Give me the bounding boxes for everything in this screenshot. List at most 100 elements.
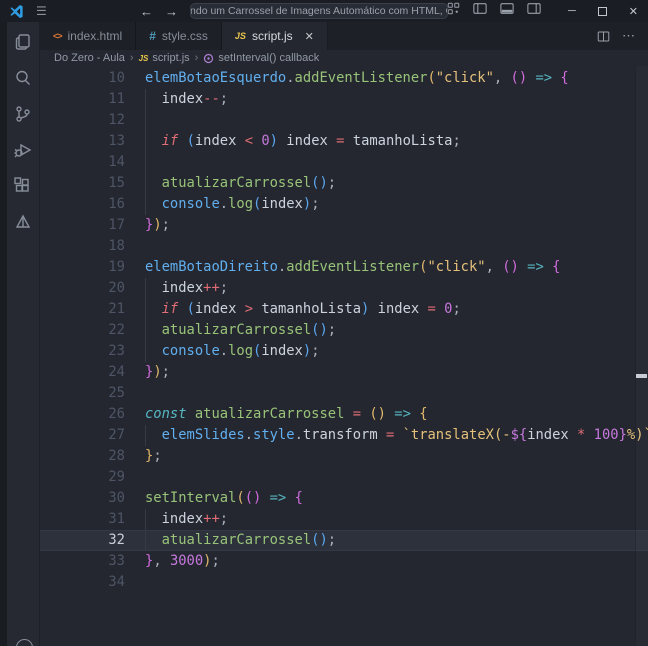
explorer-icon[interactable] — [11, 30, 35, 54]
line-number[interactable]: 12 — [40, 110, 125, 131]
breadcrumb-file[interactable]: JS script.js — [139, 52, 190, 64]
code-line[interactable]: 28}; — [40, 446, 648, 467]
breadcrumb-separator: › — [129, 52, 134, 64]
line-number[interactable]: 30 — [40, 488, 125, 509]
account-icon[interactable] — [16, 639, 33, 646]
code-text: index++; — [125, 509, 228, 530]
line-number[interactable]: 29 — [40, 467, 125, 488]
code-line[interactable]: 31 index++; — [40, 509, 648, 530]
line-number[interactable]: 22 — [40, 320, 125, 341]
line-number[interactable]: 17 — [40, 215, 125, 236]
code-line[interactable]: 18 — [40, 236, 648, 257]
breadcrumb-label: Do Zero - Aula — [54, 52, 125, 64]
code-line[interactable]: 12 — [40, 110, 648, 131]
code-line[interactable]: 26 const atualizarCarrossel = () => { — [40, 404, 648, 425]
code-text: index--; — [125, 89, 228, 110]
line-number[interactable]: 24 — [40, 362, 125, 383]
code-text: if (index > tamanhoLista) index = 0; — [125, 299, 461, 320]
line-number[interactable]: 16 — [40, 194, 125, 215]
toggle-sidebar-right-icon[interactable] — [527, 2, 541, 20]
code-text: console.log(index); — [125, 194, 320, 215]
code-line[interactable]: 34 — [40, 572, 648, 593]
title-bar: ☰ ← → Criando um Carrossel de Imagens Au… — [0, 0, 648, 22]
line-number[interactable]: 25 — [40, 383, 125, 404]
toggle-panel-icon[interactable] — [500, 2, 514, 20]
tab-index-html[interactable]: <> index.html — [40, 22, 137, 50]
line-number[interactable]: 33 — [40, 551, 125, 572]
code-line[interactable]: 23 console.log(index); — [40, 341, 648, 362]
line-number[interactable]: 21 — [40, 299, 125, 320]
tab-script-js[interactable]: JS script.js ✕ — [221, 22, 328, 50]
close-window-button[interactable]: ✕ — [629, 5, 638, 18]
breadcrumb-separator: › — [194, 52, 199, 64]
toggle-sidebar-left-icon[interactable] — [473, 2, 487, 20]
back-icon[interactable]: ← — [140, 4, 153, 19]
tab-label: index.html — [67, 29, 123, 43]
line-number[interactable]: 14 — [40, 152, 125, 173]
code-line[interactable]: 33}, 3000); — [40, 551, 648, 572]
code-line[interactable]: 19 elemBotaoDireito.addEventListener("cli… — [40, 257, 648, 278]
extensions-icon[interactable] — [11, 174, 35, 198]
overview-ruler-marker — [636, 374, 647, 378]
tab-label: style.css — [161, 29, 208, 43]
code-line[interactable]: 17}); — [40, 215, 648, 236]
code-line[interactable]: 27 elemSlides.style.transform = `transla… — [40, 425, 648, 446]
line-number[interactable]: 11 — [40, 89, 125, 110]
split-editor-icon[interactable] — [597, 30, 610, 43]
code-editor[interactable]: 10 elemBotaoEsquerdo.addEventListener("cl… — [40, 66, 648, 646]
line-number[interactable]: 26 — [40, 404, 125, 425]
tab-bar: <> index.html # style.css JS script.js ✕ — [40, 22, 648, 50]
code-line[interactable]: 24}); — [40, 362, 648, 383]
line-number[interactable]: 23 — [40, 341, 125, 362]
line-number[interactable]: 32 — [40, 530, 125, 551]
line-number[interactable]: 15 — [40, 173, 125, 194]
breadcrumb-label: setInterval() callback — [218, 52, 320, 64]
code-line[interactable]: 10 elemBotaoEsquerdo.addEventListener("cl… — [40, 68, 648, 89]
prism-extension-icon[interactable] — [11, 210, 35, 234]
code-line[interactable]: 22 atualizarCarrossel(); — [40, 320, 648, 341]
tab-style-css[interactable]: # style.css — [136, 22, 222, 50]
code-line[interactable]: 21 if (index > tamanhoLista) index = 0; — [40, 299, 648, 320]
line-number[interactable]: 31 — [40, 509, 125, 530]
code-text: atualizarCarrossel(); — [125, 530, 336, 551]
code-text — [125, 110, 146, 131]
menu-icon[interactable]: ☰ — [36, 4, 47, 18]
code-line-active[interactable]: 32 atualizarCarrossel(); — [40, 530, 648, 551]
source-control-icon[interactable] — [11, 102, 35, 126]
line-number[interactable]: 18 — [40, 236, 125, 257]
line-number[interactable]: 27 — [40, 425, 125, 446]
line-number[interactable]: 19 — [40, 257, 125, 278]
breadcrumb-folder[interactable]: Do Zero - Aula — [54, 52, 125, 64]
code-line[interactable]: 11 index--; — [40, 89, 648, 110]
line-number[interactable]: 10 — [40, 68, 125, 89]
code-line[interactable]: 15 atualizarCarrossel(); — [40, 173, 648, 194]
code-line[interactable]: 14 — [40, 152, 648, 173]
customize-layout-icon[interactable] — [447, 2, 460, 20]
code-line[interactable]: 20 index++; — [40, 278, 648, 299]
line-number[interactable]: 20 — [40, 278, 125, 299]
search-icon[interactable] — [11, 66, 35, 90]
command-center[interactable]: Criando um Carrossel de Imagens Automáti… — [190, 3, 448, 19]
minimize-button[interactable]: ─ — [568, 5, 576, 17]
run-debug-icon[interactable] — [11, 138, 35, 162]
scrollbar[interactable] — [635, 66, 648, 646]
breadcrumb: Do Zero - Aula › JS script.js › setInter… — [40, 50, 648, 66]
forward-icon[interactable]: → — [165, 4, 178, 19]
code-text: }); — [145, 364, 170, 380]
close-tab-icon[interactable]: ✕ — [305, 30, 314, 43]
code-line[interactable]: 25 — [40, 383, 648, 404]
line-number[interactable]: 13 — [40, 131, 125, 152]
code-text: if (index < 0) index = tamanhoLista; — [125, 131, 461, 152]
code-line[interactable]: 30 setInterval(() => { — [40, 488, 648, 509]
code-line[interactable]: 13 if (index < 0) index = tamanhoLista; — [40, 131, 648, 152]
breadcrumb-label: script.js — [152, 52, 190, 64]
maximize-button[interactable] — [597, 6, 607, 16]
breadcrumb-symbol[interactable]: setInterval() callback — [203, 52, 319, 64]
more-actions-icon[interactable]: ⋯ — [622, 28, 636, 44]
line-number[interactable]: 28 — [40, 446, 125, 467]
vscode-window: ☰ ← → Criando um Carrossel de Imagens Au… — [0, 0, 648, 646]
code-line[interactable]: 29 — [40, 467, 648, 488]
line-number[interactable]: 34 — [40, 572, 125, 593]
code-line[interactable]: 16 console.log(index); — [40, 194, 648, 215]
